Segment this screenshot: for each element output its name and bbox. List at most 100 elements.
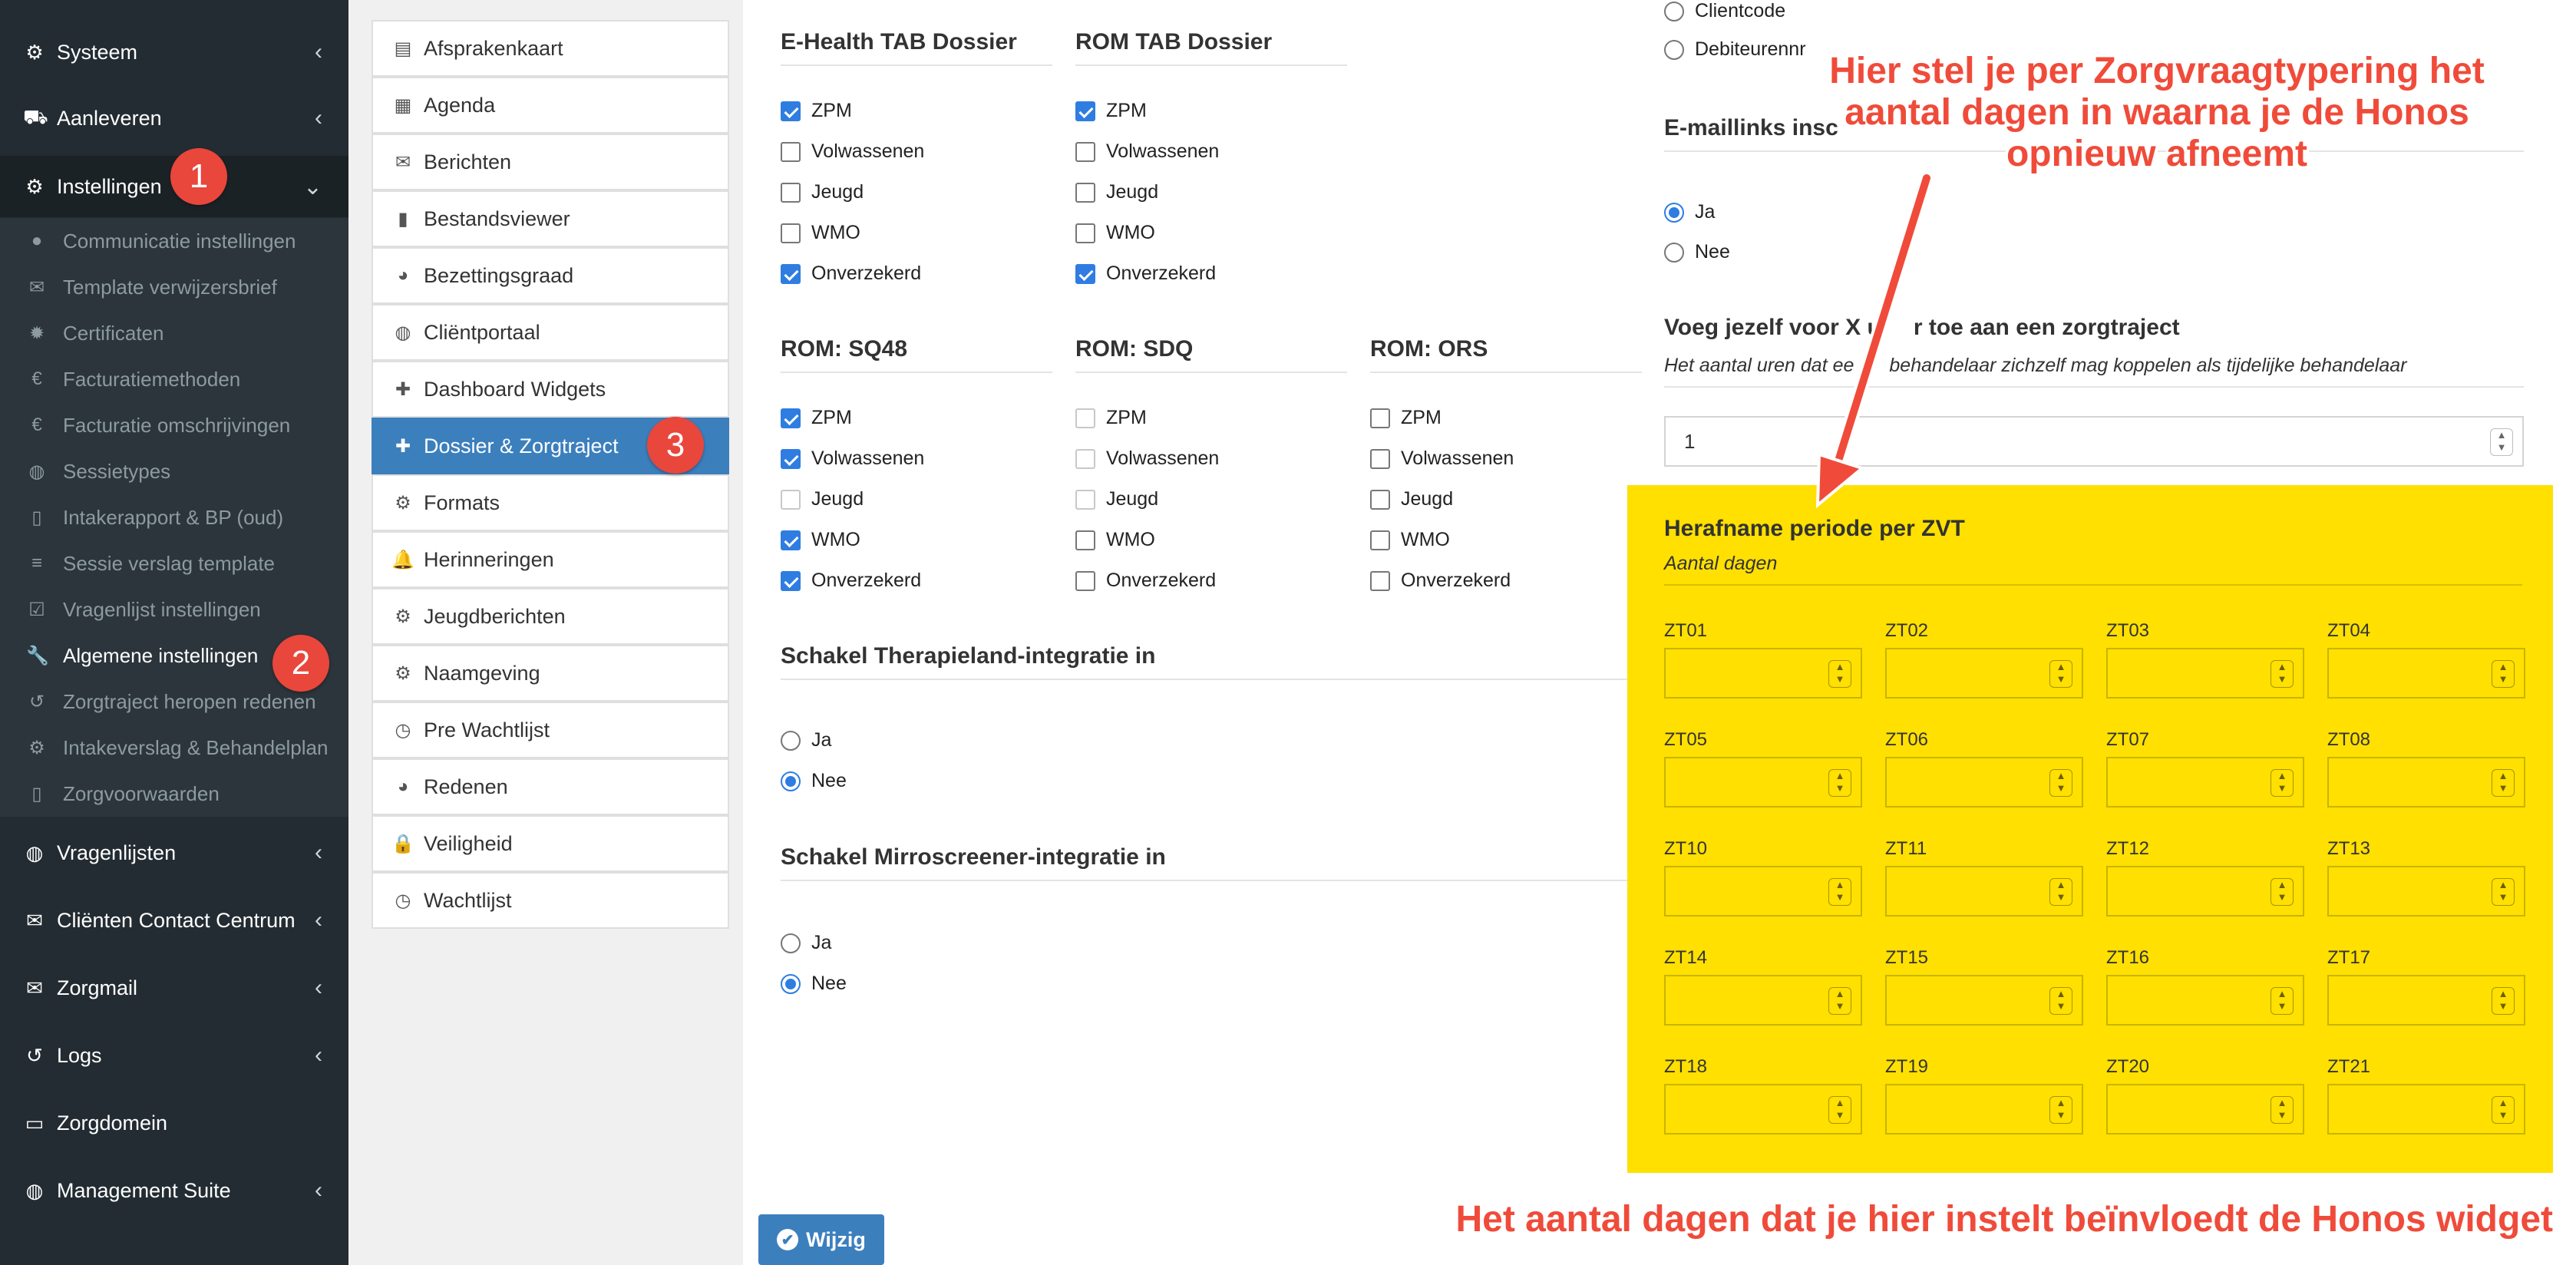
nav-item-clienten-contact-centrum[interactable]: ✉ Cliënten Contact Centrum ‹ (0, 890, 348, 951)
checkbox-unchecked[interactable] (1370, 408, 1390, 428)
sub-item-vragenlijst-instellingen[interactable]: ☑ Vragenlijst instellingen (0, 586, 348, 632)
checkbox-option[interactable]: WMO (1075, 222, 1155, 244)
zt-days-input[interactable]: ▲ ▼ (2327, 866, 2525, 917)
checkbox-option[interactable]: Jeugd (781, 488, 864, 510)
stepper-arrows-icon[interactable]: ▲ ▼ (1828, 1096, 1851, 1124)
menu-item-veiligheid[interactable]: 🔒 Veiligheid (372, 815, 729, 872)
zt-days-input[interactable]: ▲ ▼ (1664, 648, 1862, 699)
zt-days-input[interactable]: ▲ ▼ (1885, 648, 2083, 699)
checkbox-unchecked[interactable] (1075, 489, 1095, 510)
checkbox-checked[interactable] (781, 570, 801, 591)
checkbox-option[interactable]: Volwassenen (1075, 448, 1219, 470)
stepper-arrows-icon[interactable]: ▲ ▼ (2490, 428, 2513, 456)
stepper-arrows-icon[interactable]: ▲ ▼ (1828, 878, 1851, 906)
menu-item-herinneringen[interactable]: 🔔 Herinneringen (372, 531, 729, 588)
radio-button[interactable] (1664, 1, 1684, 21)
radio-button[interactable] (781, 771, 801, 791)
menu-item-afsprakenkaart[interactable]: ▤ Afsprakenkaart (372, 20, 729, 77)
radio-button[interactable] (1664, 39, 1684, 60)
radio-button[interactable] (781, 730, 801, 751)
checkbox-unchecked[interactable] (1370, 530, 1390, 550)
checkbox-unchecked[interactable] (1075, 408, 1095, 428)
zt-days-input[interactable]: ▲ ▼ (1885, 866, 2083, 917)
radio-button[interactable] (781, 933, 801, 953)
zt-days-input[interactable]: ▲ ▼ (2327, 648, 2525, 699)
radio-button[interactable] (781, 973, 801, 994)
checkbox-option[interactable]: Jeugd (781, 181, 864, 203)
mirroscreener-nee-radio[interactable]: Nee (781, 973, 847, 995)
sub-item-facturatiemethoden[interactable]: € Facturatiemethoden (0, 356, 348, 402)
menu-item-jeugdberichten[interactable]: ⚙ Jeugdberichten (372, 588, 729, 645)
stepper-arrows-icon[interactable]: ▲ ▼ (2271, 660, 2294, 688)
zt-days-input[interactable]: ▲ ▼ (2106, 648, 2304, 699)
checkbox-option[interactable]: Volwassenen (781, 140, 924, 163)
checkbox-option[interactable]: Onverzekerd (1370, 570, 1511, 592)
stepper-arrows-icon[interactable]: ▲ ▼ (2049, 987, 2072, 1015)
sub-item-template-verwijzersbrief[interactable]: ✉ Template verwijzersbrief (0, 264, 348, 310)
checkbox-option[interactable]: WMO (781, 529, 860, 551)
sub-item-communicatie[interactable]: ● Communicatie instellingen (0, 218, 348, 264)
nav-item-zorgdomein[interactable]: ▭ Zorgdomein (0, 1092, 348, 1154)
stepper-arrows-icon[interactable]: ▲ ▼ (2492, 878, 2515, 906)
stepper-arrows-icon[interactable]: ▲ ▼ (2049, 878, 2072, 906)
nav-item-aanleveren[interactable]: ⛟ Aanleveren ‹ (0, 88, 348, 149)
stepper-arrows-icon[interactable]: ▲ ▼ (2271, 1096, 2294, 1124)
stepper-arrows-icon[interactable]: ▲ ▼ (2492, 769, 2515, 797)
checkbox-unchecked[interactable] (781, 141, 801, 162)
checkbox-option[interactable]: Jeugd (1370, 488, 1453, 510)
checkbox-unchecked[interactable] (781, 223, 801, 243)
nav-item-systeem[interactable]: ⚙ Systeem ‹ (0, 21, 348, 83)
stepper-arrows-icon[interactable]: ▲ ▼ (2492, 660, 2515, 688)
radio-button[interactable] (1664, 242, 1684, 263)
zt-days-input[interactable]: ▲ ▼ (1885, 1084, 2083, 1135)
identifier-clientcode-radio[interactable]: Clientcode (1664, 0, 1785, 22)
zt-days-input[interactable]: ▲ ▼ (1664, 1084, 1862, 1135)
checkbox-checked[interactable] (1075, 263, 1095, 284)
nav-item-vragenlijsten[interactable]: ◍ Vragenlijsten ‹ (0, 822, 348, 884)
checkbox-option[interactable]: WMO (1075, 529, 1155, 551)
menu-item-berichten[interactable]: ✉ Berichten (372, 134, 729, 190)
menu-item-agenda[interactable]: ▦ Agenda (372, 77, 729, 134)
stepper-arrows-icon[interactable]: ▲ ▼ (2271, 878, 2294, 906)
checkbox-unchecked[interactable] (1075, 530, 1095, 550)
zt-days-input[interactable]: ▲ ▼ (2106, 975, 2304, 1026)
stepper-arrows-icon[interactable]: ▲ ▼ (1828, 769, 1851, 797)
menu-item-clientportaal[interactable]: ◍ Cliëntportaal (372, 304, 729, 361)
nav-item-management-suite[interactable]: ◍ Management Suite ‹ (0, 1160, 348, 1221)
checkbox-option[interactable]: Onverzekerd (781, 263, 921, 285)
sub-item-intakeverslag[interactable]: ⚙ Intakeverslag & Behandelplan (0, 725, 348, 771)
nav-item-logs[interactable]: ↺ Logs ‹ (0, 1025, 348, 1086)
stepper-arrows-icon[interactable]: ▲ ▼ (2049, 660, 2072, 688)
checkbox-option[interactable]: ZPM (781, 407, 852, 429)
zt-days-input[interactable]: ▲ ▼ (2106, 1084, 2304, 1135)
zt-days-input[interactable]: ▲ ▼ (2327, 757, 2525, 808)
zt-days-input[interactable]: ▲ ▼ (2327, 1084, 2525, 1135)
checkbox-option[interactable]: ZPM (1370, 407, 1442, 429)
checkbox-unchecked[interactable] (781, 182, 801, 203)
checkbox-checked[interactable] (781, 408, 801, 428)
sub-item-certificaten[interactable]: ✹ Certificaten (0, 310, 348, 356)
checkbox-unchecked[interactable] (1075, 448, 1095, 469)
zt-days-input[interactable]: ▲ ▼ (1885, 757, 2083, 808)
zt-days-input[interactable]: ▲ ▼ (1664, 866, 1862, 917)
checkbox-checked[interactable] (781, 448, 801, 469)
checkbox-option[interactable]: Volwassenen (1075, 140, 1219, 163)
menu-item-bestandsviewer[interactable]: ▮ Bestandsviewer (372, 190, 729, 247)
stepper-arrows-icon[interactable]: ▲ ▼ (2049, 1096, 2072, 1124)
stepper-arrows-icon[interactable]: ▲ ▼ (1828, 660, 1851, 688)
therapieland-ja-radio[interactable]: Ja (781, 729, 831, 751)
stepper-arrows-icon[interactable]: ▲ ▼ (2492, 987, 2515, 1015)
stepper-arrows-icon[interactable]: ▲ ▼ (2271, 987, 2294, 1015)
menu-item-redenen[interactable]: ◕ Redenen (372, 758, 729, 815)
checkbox-checked[interactable] (1075, 101, 1095, 121)
checkbox-option[interactable]: Volwassenen (1370, 448, 1514, 470)
sub-item-sessietypes[interactable]: ◍ Sessietypes (0, 448, 348, 494)
zt-days-input[interactable]: ▲ ▼ (1664, 975, 1862, 1026)
sub-item-sessie-verslag[interactable]: ≡ Sessie verslag template (0, 540, 348, 586)
sub-item-facturatie-omschrijvingen[interactable]: € Facturatie omschrijvingen (0, 402, 348, 448)
zt-days-input[interactable]: ▲ ▼ (1885, 975, 2083, 1026)
checkbox-option[interactable]: Onverzekerd (1075, 570, 1216, 592)
checkbox-unchecked[interactable] (1075, 182, 1095, 203)
sub-item-zorgvoorwaarden[interactable]: ▯ Zorgvoorwaarden (0, 771, 348, 817)
menu-item-wachtlijst[interactable]: ◷ Wachtlijst (372, 872, 729, 929)
